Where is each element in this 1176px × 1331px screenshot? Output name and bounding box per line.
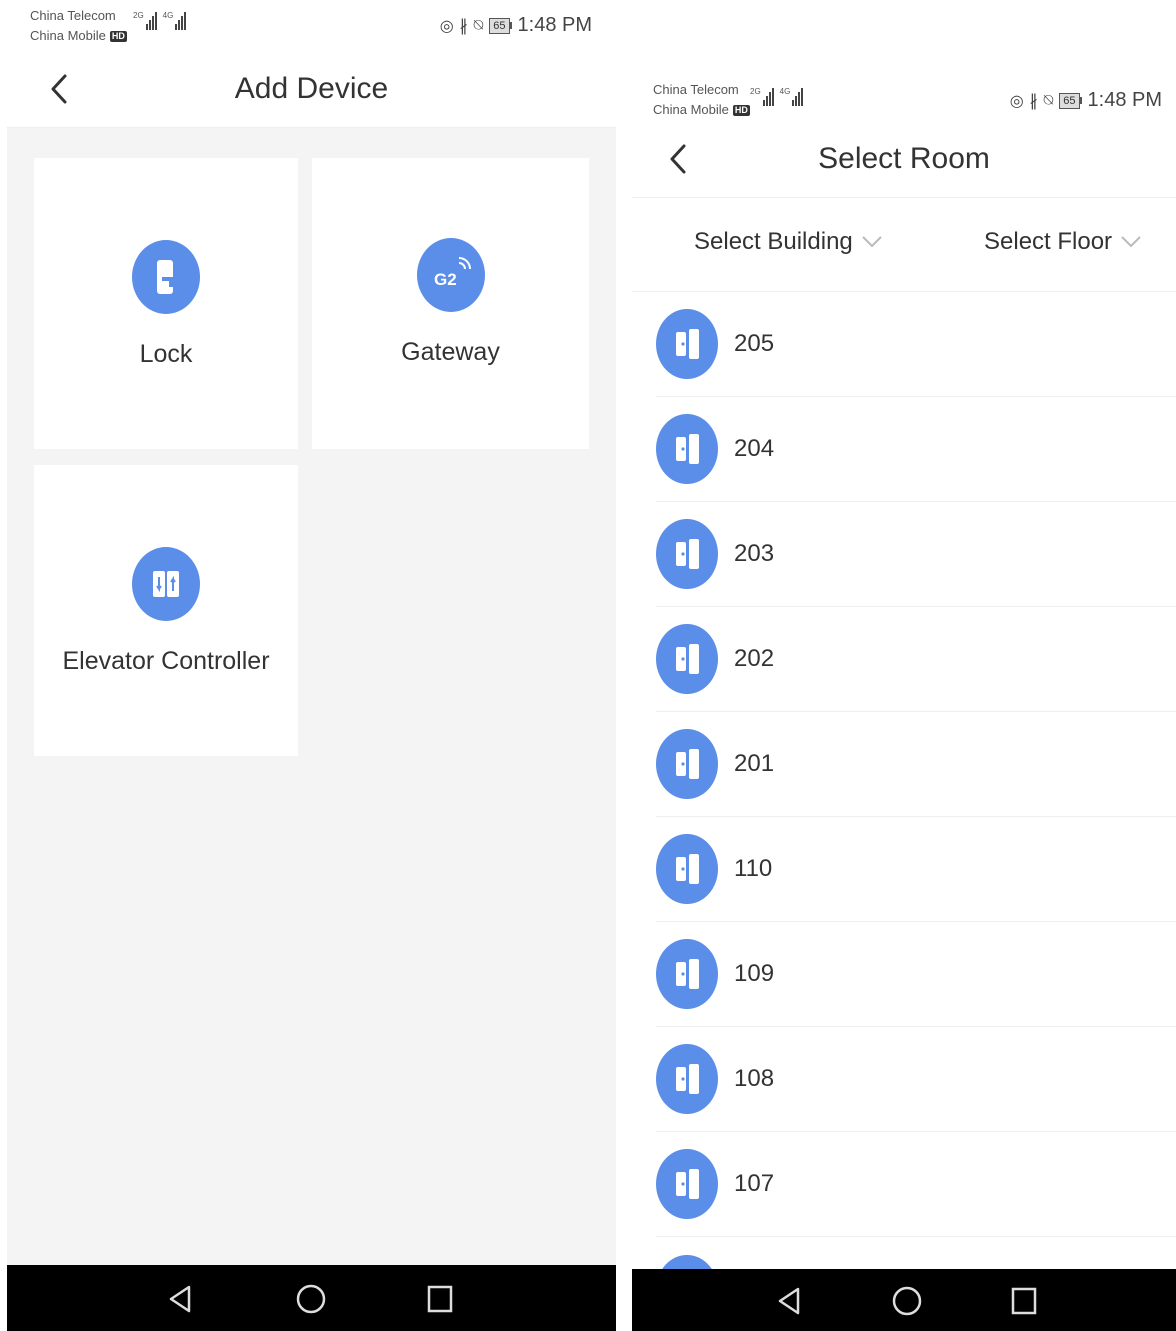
nav-home-icon[interactable] xyxy=(295,1283,327,1315)
signal-icons: 2G 4G xyxy=(133,12,187,30)
select-building-label: Select Building xyxy=(694,228,853,255)
battery-level: 65 xyxy=(489,17,510,34)
status-right: ◎ ∦ ⍉ 65 1:48 PM xyxy=(1010,89,1162,112)
select-floor-dropdown[interactable]: Select Floor xyxy=(984,228,1142,256)
lock-icon xyxy=(132,240,200,314)
room-label: 201 xyxy=(734,750,775,777)
carrier-info: China Telecom China Mobile HD xyxy=(30,6,127,46)
door-icon xyxy=(656,414,718,484)
room-row-110[interactable]: 110 xyxy=(656,817,1176,922)
room-row-107[interactable]: 107 xyxy=(656,1132,1176,1237)
svg-text:G2: G2 xyxy=(434,270,457,289)
room-row-203[interactable]: 203 xyxy=(656,502,1176,607)
status-bar: China Telecom China Mobile HD 2G 4G ◎ ∦ ⍉… xyxy=(632,72,1176,122)
elevator-controller-label: Elevator Controller xyxy=(62,647,270,675)
clock: 1:48 PM xyxy=(1087,89,1162,111)
chevron-down-icon xyxy=(1121,236,1141,248)
door-icon xyxy=(656,1254,718,1269)
nav-recents-icon[interactable] xyxy=(424,1283,456,1315)
room-label: 202 xyxy=(734,645,775,672)
signal-icons: 2G 4G xyxy=(750,88,804,106)
back-arrow-icon[interactable] xyxy=(664,142,694,176)
signal-icon: 2G xyxy=(133,12,157,30)
carrier-2-label: China Mobile xyxy=(30,28,106,43)
header: Add Device xyxy=(7,50,616,128)
carrier-1-label: China Telecom xyxy=(30,8,116,23)
bluetooth-icon: ∦ xyxy=(459,17,468,35)
door-icon xyxy=(656,309,718,379)
battery-icon: 65 xyxy=(489,17,512,34)
carrier-1-label: China Telecom xyxy=(653,82,739,97)
select-room-screen: China Telecom China Mobile HD 2G 4G ◎ ∦ ⍉… xyxy=(632,72,1176,1331)
carrier-info: China Telecom China Mobile HD xyxy=(653,80,750,120)
status-right: ◎ ∦ ⍉ 65 1:48 PM xyxy=(440,14,592,37)
room-label: 110 xyxy=(734,855,773,882)
battery-level: 65 xyxy=(1059,92,1080,109)
add-device-screen: China Telecom China Mobile HD 2G 4G ◎ ∦ ⍉… xyxy=(7,0,616,1331)
hd-badge: HD xyxy=(109,30,127,42)
signal-icon: 2G xyxy=(750,88,774,106)
door-icon xyxy=(656,1044,718,1114)
carrier-2-label: China Mobile xyxy=(653,102,729,117)
lock-label: Lock xyxy=(139,340,193,368)
nfc-icon: ◎ xyxy=(439,17,454,35)
battery-icon: 65 xyxy=(1059,92,1082,109)
door-icon xyxy=(656,519,718,589)
nav-home-icon[interactable] xyxy=(891,1285,923,1317)
nfc-icon: ◎ xyxy=(1009,92,1024,110)
mute-bell-icon: ⍉ xyxy=(1043,91,1054,109)
room-label: 109 xyxy=(734,960,775,987)
room-label: 107 xyxy=(734,1170,775,1197)
room-label: 204 xyxy=(734,435,775,462)
bluetooth-icon: ∦ xyxy=(1029,92,1038,110)
filter-bar: Select Building Select Floor xyxy=(632,198,1176,292)
hd-badge: HD xyxy=(732,104,750,116)
room-row-204[interactable]: 204 xyxy=(656,397,1176,502)
lock-tile[interactable]: Lock xyxy=(34,158,298,449)
mute-bell-icon: ⍉ xyxy=(473,16,484,34)
room-row-205[interactable]: 205 xyxy=(656,292,1176,397)
page-title: Select Room xyxy=(818,141,990,175)
nav-back-icon[interactable] xyxy=(774,1285,806,1317)
select-floor-label: Select Floor xyxy=(984,228,1113,255)
gateway-tile[interactable]: G2 Gateway xyxy=(312,158,589,449)
chevron-down-icon xyxy=(862,236,882,248)
door-icon xyxy=(656,729,718,799)
system-nav-bar xyxy=(632,1269,1176,1331)
room-label: 108 xyxy=(734,1065,775,1092)
room-label: 203 xyxy=(734,540,775,567)
room-row-109[interactable]: 109 xyxy=(656,922,1176,1027)
gateway-label: Gateway xyxy=(401,338,500,366)
nav-recents-icon[interactable] xyxy=(1008,1285,1040,1317)
clock: 1:48 PM xyxy=(517,14,592,36)
door-icon xyxy=(656,1149,718,1219)
elevator-icon xyxy=(132,547,200,621)
system-nav-bar xyxy=(7,1265,616,1331)
signal-icon: 4G xyxy=(163,12,187,30)
device-grid: Lock G2 Gateway Elevator Controller xyxy=(7,128,616,1265)
back-arrow-icon[interactable] xyxy=(45,72,75,106)
room-label: 205 xyxy=(734,330,775,357)
door-icon xyxy=(656,624,718,694)
signal-icon: 4G xyxy=(780,88,804,106)
nav-back-icon[interactable] xyxy=(165,1283,197,1315)
room-list: 205 204 203 202 201 110 109 108 107 xyxy=(632,292,1176,1269)
header: Select Room xyxy=(632,120,1176,198)
room-row-202[interactable]: 202 xyxy=(656,607,1176,712)
room-row-201[interactable]: 201 xyxy=(656,712,1176,817)
select-building-dropdown[interactable]: Select Building xyxy=(694,228,883,256)
room-row-108[interactable]: 108 xyxy=(656,1027,1176,1132)
room-row-partial[interactable] xyxy=(656,1237,1176,1269)
elevator-controller-tile[interactable]: Elevator Controller xyxy=(34,465,298,756)
door-icon xyxy=(656,939,718,1009)
status-bar: China Telecom China Mobile HD 2G 4G ◎ ∦ ⍉… xyxy=(7,0,616,50)
gateway-icon: G2 xyxy=(416,238,485,312)
page-title: Add Device xyxy=(234,71,389,105)
door-icon xyxy=(656,834,718,904)
